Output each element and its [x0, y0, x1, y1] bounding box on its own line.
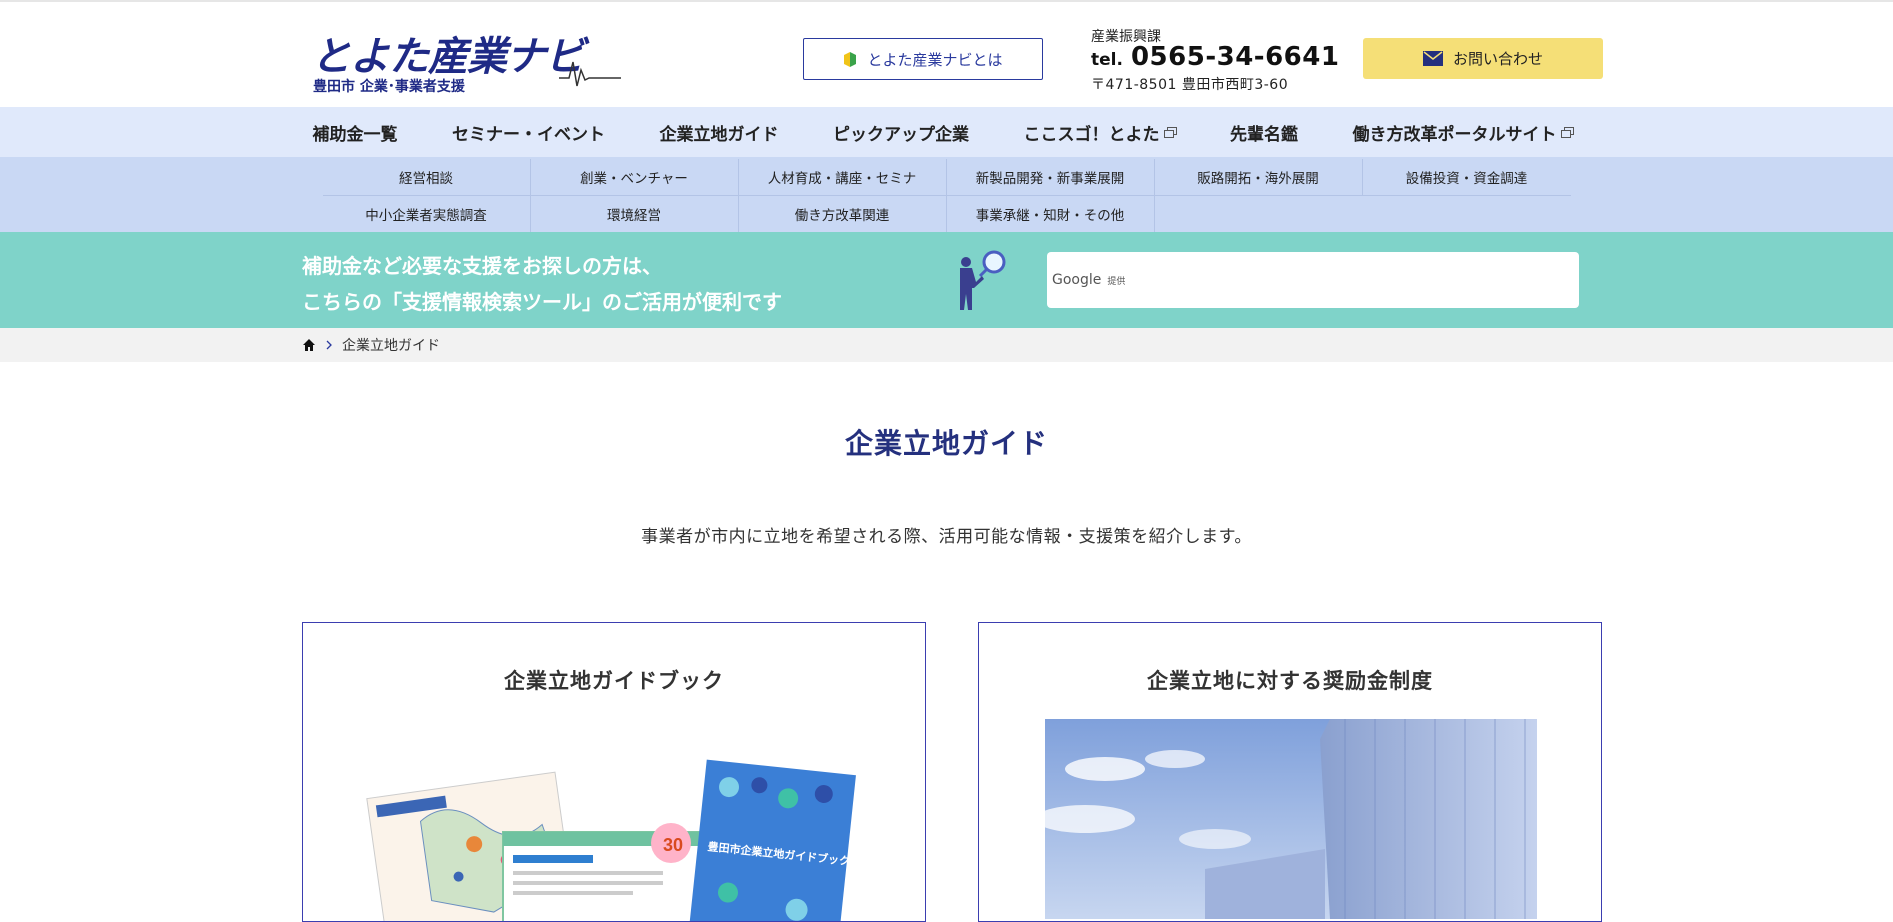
- page-title: 企業立地ガイド: [844, 427, 1048, 460]
- subnav-item[interactable]: 設備投資・資金調達: [1362, 159, 1571, 196]
- nav-item-label: ピックアップ企業: [833, 124, 969, 145]
- search-banner-line2: こちらの「支援情報検索ツール」のご活用が便利です: [302, 290, 782, 314]
- breadcrumb-current: 企業立地ガイド: [342, 338, 440, 354]
- building-photo: [1045, 719, 1537, 919]
- guidebook-badge: 30: [663, 835, 683, 855]
- subnav-item[interactable]: 新製品開発・新事業展開: [946, 159, 1155, 196]
- about-button[interactable]: とよた産業ナビとは: [803, 38, 1043, 80]
- nav-item-pickup-companies[interactable]: ピックアップ企業: [833, 120, 969, 145]
- nav-item-subsidies[interactable]: 補助金一覧: [313, 120, 398, 145]
- contact-tel: tel. 0565-34-6641: [1091, 42, 1339, 72]
- nav-item-label: 企業立地ガイド: [659, 124, 779, 145]
- nav-item-label: ここスゴ！とよた: [1023, 124, 1160, 145]
- search-banner-text: 補助金など必要な支援をお探しの方は、 こちらの「支援情報検索ツール」のご活用が便…: [302, 248, 782, 320]
- site-logo[interactable]: とよた産業ナビ 豊田市 企業･事業者支援: [311, 22, 621, 95]
- person-magnifier-icon: [960, 250, 1006, 310]
- about-button-label: とよた産業ナビとは: [867, 50, 1003, 69]
- logo-title: とよた産業ナビ: [311, 34, 585, 80]
- card-title: 企業立地に対する奨励金制度: [1147, 669, 1433, 693]
- nav-item-kokosugo[interactable]: ここスゴ！とよた: [1023, 120, 1177, 145]
- page-lead: 事業者が市内に立地を希望される際、活用可能な情報・支援策を紹介します。: [641, 527, 1252, 547]
- guidebook-image: 30 豊田市企業立地ガイドブック: [366, 759, 856, 921]
- external-link-icon: [1560, 127, 1574, 138]
- inquiry-button[interactable]: お問い合わせ: [1363, 38, 1603, 79]
- breadcrumb: 企業立地ガイド: [0, 328, 1893, 362]
- nav-item-seminars[interactable]: セミナー・イベント: [452, 120, 605, 145]
- subnav-item[interactable]: 人材育成・講座・セミナ: [738, 159, 947, 196]
- incentive-card[interactable]: 企業立地に対する奨励金制度: [978, 622, 1602, 922]
- nav-item-label: セミナー・イベント: [452, 124, 605, 145]
- nav-item-label: 先輩名鑑: [1230, 124, 1298, 145]
- tel-number[interactable]: 0565-34-6641: [1131, 42, 1340, 72]
- nav-item-label: 補助金一覧: [312, 124, 398, 145]
- sub-nav: 経営相談 創業・ベンチャー 人材育成・講座・セミナ 新製品開発・新事業展開 販路…: [0, 157, 1893, 233]
- external-link-icon: [1163, 127, 1177, 138]
- inquiry-button-label: お問い合わせ: [1452, 50, 1543, 68]
- nav-item-label: 働き方改革ポータルサイト: [1352, 124, 1557, 145]
- subnav-item[interactable]: 事業承継・知財・その他: [946, 196, 1155, 233]
- subnav-item[interactable]: 経営相談: [322, 159, 531, 196]
- subnav-item[interactable]: 中小企業者実態調査: [322, 196, 531, 233]
- subnav-item[interactable]: 販路開拓・海外展開: [1154, 159, 1363, 196]
- beginner-leaf-icon: [844, 52, 857, 67]
- logo-wave-icon: [559, 61, 621, 87]
- tel-label: tel.: [1091, 50, 1123, 70]
- logo-subtitle: 豊田市 企業･事業者支援: [313, 79, 465, 95]
- subnav-item[interactable]: 働き方改革関連: [738, 196, 947, 233]
- card-title: 企業立地ガイドブック: [504, 669, 724, 693]
- subnav-item[interactable]: 創業・ベンチャー: [530, 159, 739, 196]
- subnav-item[interactable]: 環境経営: [530, 196, 739, 233]
- nav-item-location-guide[interactable]: 企業立地ガイド: [660, 120, 779, 145]
- google-label: Google: [1052, 272, 1102, 288]
- search-input[interactable]: Google 提供: [1047, 252, 1579, 308]
- main-nav: 補助金一覧 セミナー・イベント 企業立地ガイド ピックアップ企業 ここスゴ！とよ…: [0, 107, 1893, 157]
- nav-item-workstyle-portal[interactable]: 働き方改革ポータルサイト: [1352, 120, 1574, 145]
- guidebook-card[interactable]: 企業立地ガイドブック 30 豊田市企業立地ガイドブック: [302, 622, 926, 922]
- site-header: とよた産業ナビ 豊田市 企業･事業者支援 とよた産業ナビとは 産業振興課 tel…: [0, 2, 1893, 107]
- search-banner: 補助金など必要な支援をお探しの方は、 こちらの「支援情報検索ツール」のご活用が便…: [0, 232, 1893, 328]
- chevron-right-icon: [326, 340, 332, 350]
- mail-icon: [1422, 51, 1443, 66]
- nav-item-senpai[interactable]: 先輩名鑑: [1230, 120, 1298, 145]
- contact-address: 〒471-8501 豊田市西町3-60: [1091, 77, 1289, 93]
- home-icon[interactable]: [302, 338, 316, 352]
- search-banner-line1: 補助金など必要な支援をお探しの方は、: [302, 254, 662, 278]
- google-sub-label: 提供: [1107, 276, 1126, 287]
- main-content: 企業立地ガイド 事業者が市内に立地を希望される際、活用可能な情報・支援策を紹介し…: [0, 422, 1893, 922]
